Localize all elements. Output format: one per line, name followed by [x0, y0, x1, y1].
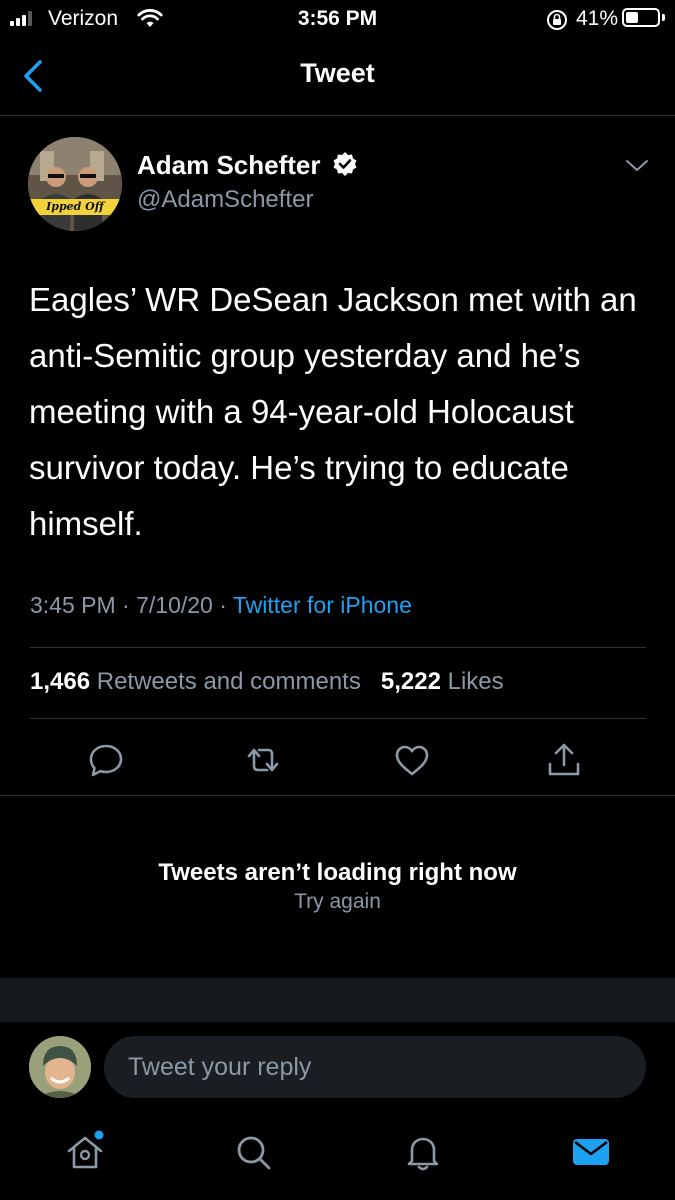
status-time: 3:56 PM	[297, 7, 378, 30]
meta-separator: ·	[122, 592, 137, 618]
divider	[30, 647, 646, 648]
avatar-caption: Ipped Off	[46, 200, 104, 213]
retweet-label: Retweets and comments	[96, 668, 361, 695]
chevron-down-icon[interactable]	[624, 158, 650, 174]
tweet-time: 3:45 PM	[30, 592, 116, 618]
divider	[0, 795, 675, 796]
like-label: Likes	[447, 668, 504, 695]
battery-percent: 41%	[576, 7, 619, 30]
tweet-stats: 1,466 Retweets and comments 5,222 Likes	[30, 668, 504, 696]
tweet-date: 7/10/20	[136, 592, 213, 618]
retweets-stat[interactable]: 1,466 Retweets and comments	[30, 668, 361, 695]
like-icon[interactable]	[390, 738, 434, 782]
avatar-image	[29, 1036, 91, 1098]
try-again-link[interactable]: Try again	[0, 890, 675, 914]
messages-icon[interactable]	[569, 1130, 613, 1174]
author-avatar[interactable]: Ipped Off	[28, 137, 122, 231]
divider	[0, 115, 675, 116]
battery-tip	[662, 14, 665, 21]
meta-separator: ·	[219, 592, 233, 618]
tweet-meta: 3:45 PM · 7/10/20 · Twitter for iPhone	[30, 592, 412, 619]
page-title: Tweet	[300, 58, 375, 88]
reply-icon[interactable]	[84, 738, 128, 782]
like-count: 5,222	[380, 668, 441, 695]
likes-stat[interactable]: 5,222 Likes	[381, 668, 504, 695]
tweet-source-link[interactable]: Twitter for iPhone	[233, 592, 412, 618]
status-bar: Verizon 3:56 PM 41%	[0, 0, 675, 40]
divider	[30, 718, 646, 719]
retweet-icon[interactable]	[241, 738, 285, 782]
retweet-count: 1,466	[30, 668, 91, 695]
notifications-icon[interactable]	[401, 1130, 445, 1174]
notification-dot	[94, 1130, 104, 1140]
rotation-lock-icon	[547, 10, 567, 30]
reply-input[interactable]: Tweet your reply	[104, 1036, 646, 1098]
error-message: Tweets aren’t loading right now	[158, 859, 517, 886]
battery-icon	[622, 8, 660, 27]
verified-badge-icon	[333, 152, 357, 176]
author-name[interactable]: Adam Schefter	[137, 150, 321, 181]
user-avatar[interactable]	[29, 1036, 91, 1098]
section-separator	[0, 978, 675, 1022]
search-icon[interactable]	[231, 1130, 275, 1174]
share-icon[interactable]	[542, 738, 586, 782]
author-handle[interactable]: @AdamSchefter	[137, 186, 313, 214]
tweet-text: Eagles’ WR DeSean Jackson met with an an…	[29, 281, 637, 542]
battery-level-fill	[626, 12, 639, 23]
home-icon[interactable]	[63, 1130, 107, 1174]
avatar-image	[28, 137, 122, 231]
